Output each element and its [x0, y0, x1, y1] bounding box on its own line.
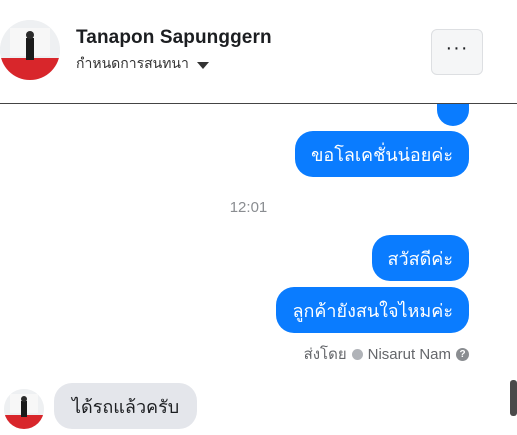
sent-by-line: ส่งโดย Nisarut Nam ? [304, 342, 469, 366]
outgoing-message-partial [437, 104, 469, 126]
contact-name[interactable]: Tanapon Sapunggern [76, 27, 272, 49]
outgoing-message[interactable]: สวัสดีค่ะ [371, 235, 469, 281]
conversation-settings-dropdown[interactable]: กำหนดการสนทนา [76, 53, 209, 75]
message-text: สวัสดีค่ะ [387, 248, 453, 269]
sender-avatar[interactable] [4, 389, 44, 429]
scrollbar-thumb[interactable] [510, 380, 517, 416]
caret-down-icon [196, 61, 209, 69]
chat-header: Tanapon Sapunggern กำหนดการสนทนา ··· [0, 0, 517, 104]
message-text: ขอโลเคชั่นน่อยค่ะ [311, 144, 453, 165]
more-options-button[interactable]: ··· [431, 29, 483, 75]
message-timestamp: 12:01 [229, 199, 268, 216]
message-text: ได้รถแล้วครับ [72, 396, 180, 417]
sent-by-prefix: ส่งโดย [303, 346, 347, 363]
sent-by-name[interactable]: Nisarut Nam [368, 346, 451, 363]
message-thread: ขอโลเคชั่นน่อยค่ะ 12:01 สวัสดีค่ะ ลูกค้า… [0, 104, 517, 435]
message-text: ลูกค้ายังสนใจไหมค่ะ [292, 300, 453, 321]
conversation-settings-label: กำหนดการสนทนา [76, 55, 189, 71]
outgoing-message[interactable]: ลูกค้ายังสนใจไหมค่ะ [276, 287, 469, 333]
contact-avatar[interactable] [0, 20, 60, 80]
outgoing-message[interactable]: ขอโลเคชั่นน่อยค่ะ [295, 131, 469, 177]
more-dots-icon: ··· [445, 37, 469, 59]
incoming-message[interactable]: ได้รถแล้วครับ [54, 383, 198, 429]
sent-check-icon [351, 348, 363, 360]
help-icon[interactable]: ? [456, 347, 469, 361]
